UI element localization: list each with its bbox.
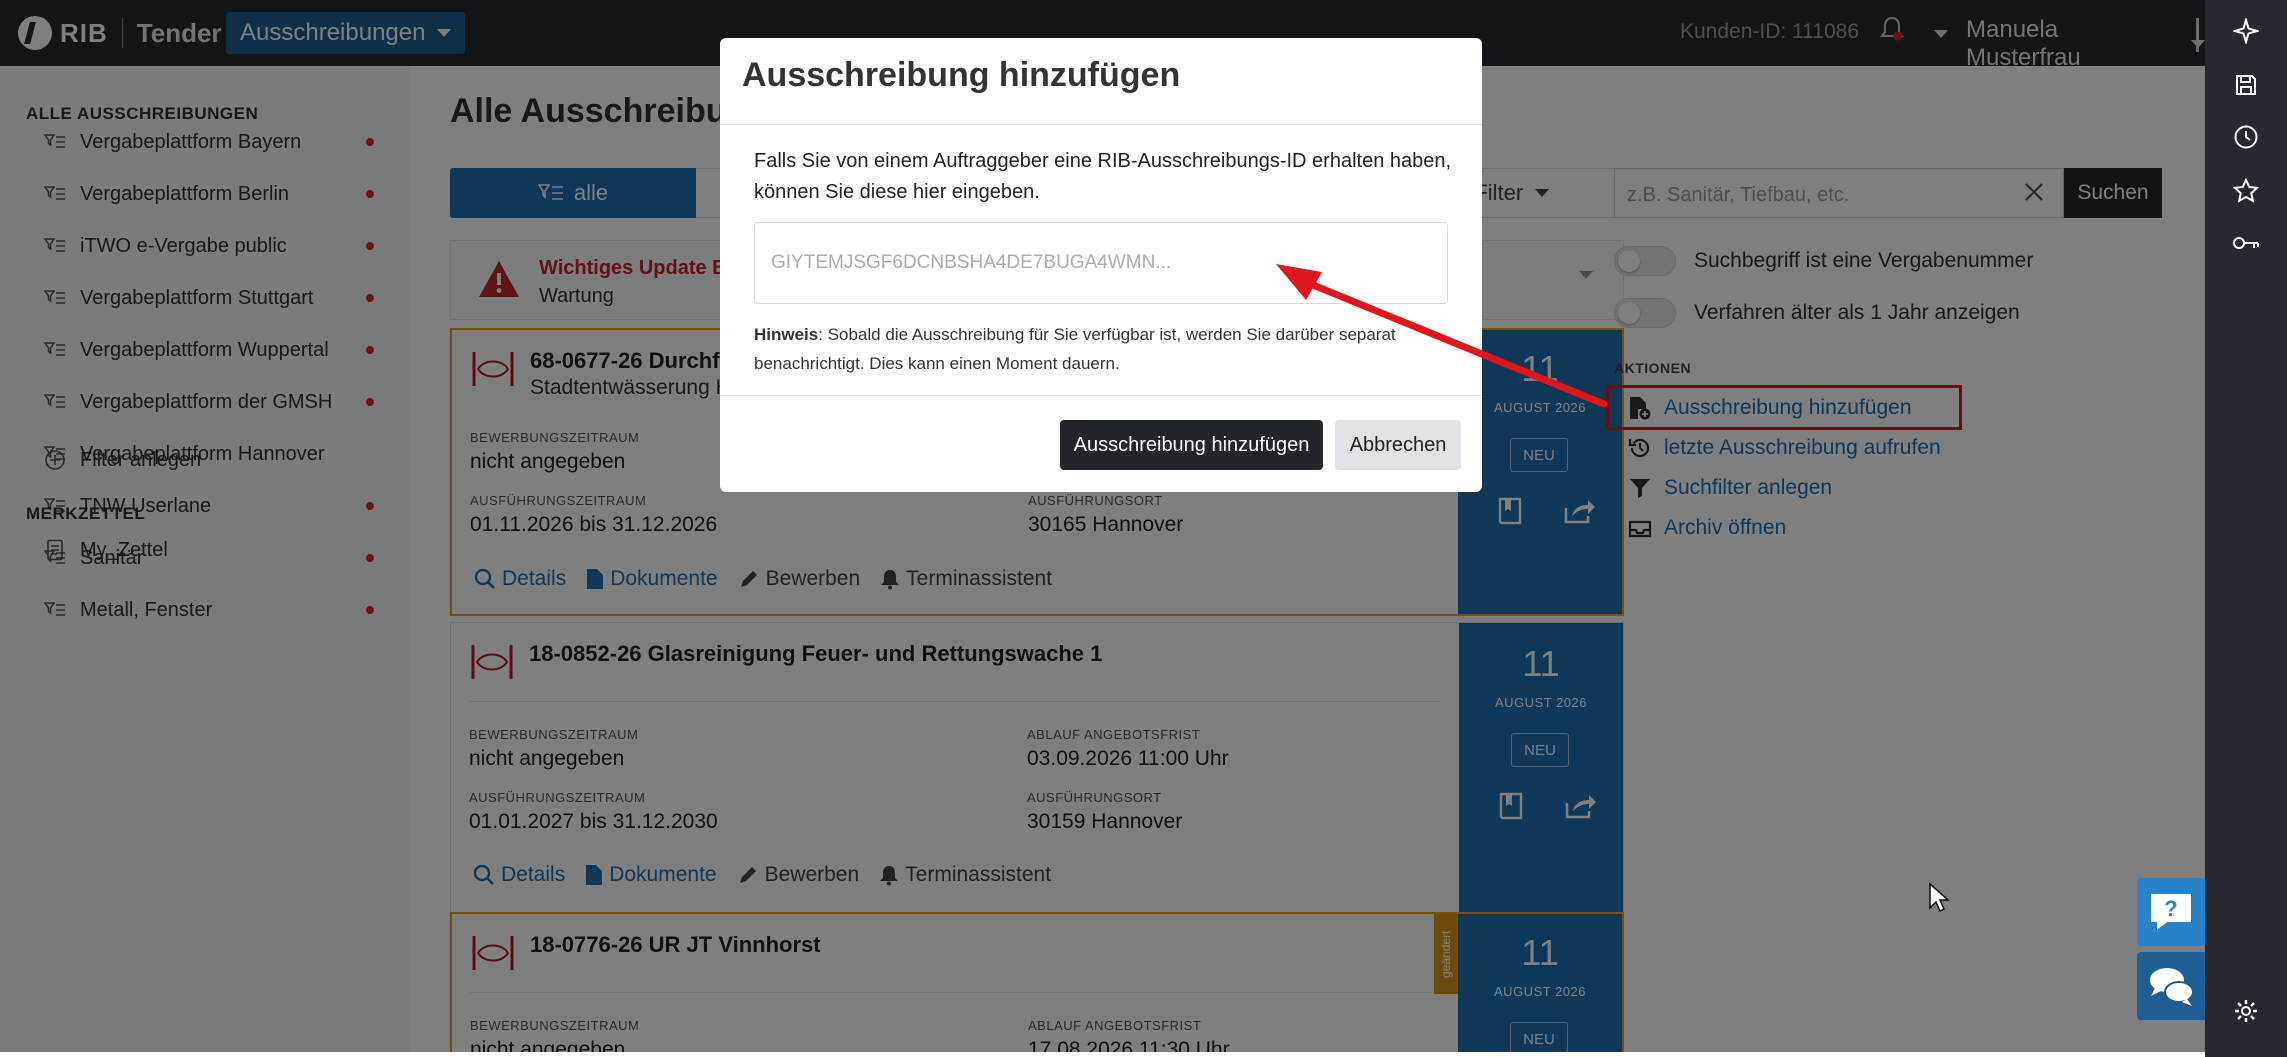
chat-bubbles-icon <box>2150 968 2194 1006</box>
modal-divider <box>720 124 1482 125</box>
add-tender-modal: Ausschreibung hinzufügen Falls Sie von e… <box>720 38 1482 492</box>
modal-hint: Hinweis: Sobald die Ausschreibung für Si… <box>754 320 1454 378</box>
modal-description: Falls Sie von einem Auftraggeber eine RI… <box>754 150 1452 203</box>
app-frame: RIB Tender Ausschreibungen Kunden-ID: 11… <box>0 0 2205 1052</box>
chat-button[interactable] <box>2137 952 2205 1020</box>
modal-hint-text: : Sobald die Ausschreibung für Sie verfü… <box>754 325 1396 373</box>
cancel-button[interactable]: Abbrechen <box>1335 420 1461 470</box>
sparkle-icon[interactable] <box>2231 16 2261 46</box>
svg-text:?: ? <box>2164 896 2177 921</box>
tender-id-input[interactable] <box>754 222 1448 304</box>
modal-footer-divider <box>720 395 1482 396</box>
mouse-cursor-icon <box>1929 882 1950 913</box>
submit-add-tender-button[interactable]: Ausschreibung hinzufügen <box>1060 420 1323 470</box>
star-icon[interactable] <box>2231 176 2261 206</box>
modal-title: Ausschreibung hinzufügen <box>742 56 1181 94</box>
settings-gear-icon[interactable] <box>2231 996 2261 1026</box>
help-bubble-icon: ? <box>2151 894 2191 930</box>
modal-hint-label: Hinweis <box>754 325 819 344</box>
clock-icon[interactable] <box>2231 122 2261 152</box>
help-button[interactable]: ? <box>2137 878 2205 946</box>
key-icon[interactable] <box>2231 228 2261 258</box>
right-icon-rail <box>2205 0 2287 1057</box>
save-icon[interactable] <box>2231 70 2261 100</box>
